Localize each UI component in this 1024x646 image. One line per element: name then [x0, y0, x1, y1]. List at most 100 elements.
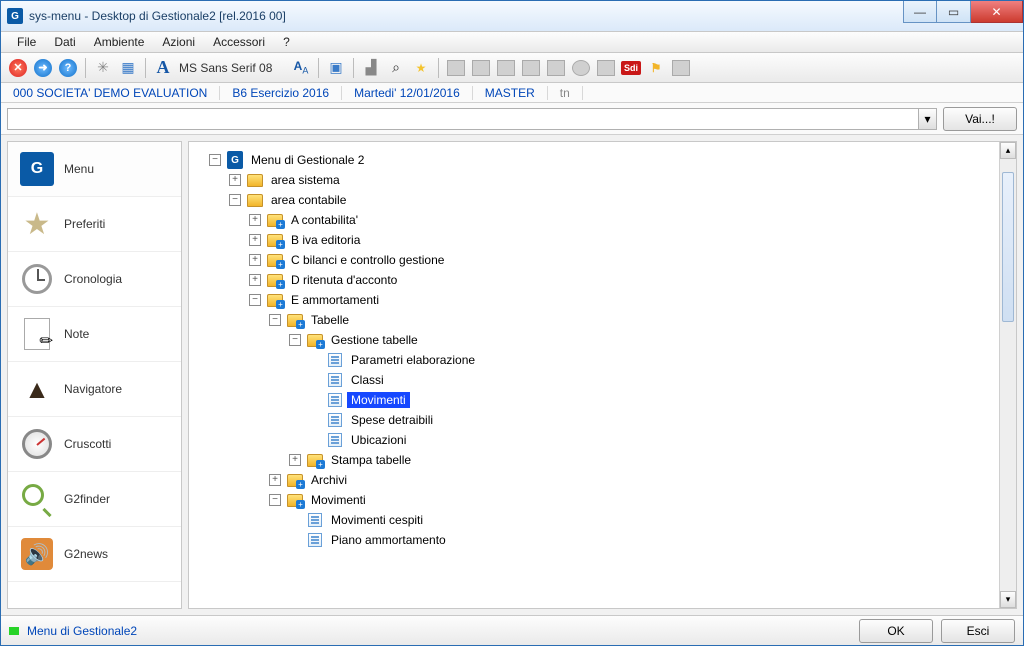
- expand-icon[interactable]: +: [249, 234, 261, 246]
- help-icon[interactable]: ?: [57, 57, 79, 79]
- expand-icon[interactable]: +: [249, 254, 261, 266]
- sidebar-item-note[interactable]: ✎Note: [8, 307, 181, 362]
- search-dropdown-icon[interactable]: ▾: [919, 108, 937, 130]
- tree-node-label[interactable]: Menu di Gestionale 2: [247, 152, 368, 168]
- scroll-thumb[interactable]: [1002, 172, 1014, 322]
- tree-node[interactable]: +Movimenti: [189, 390, 1012, 410]
- collapse-icon[interactable]: −: [289, 334, 301, 346]
- tree-node-label[interactable]: Ubicazioni: [347, 432, 410, 448]
- collapse-icon[interactable]: −: [269, 494, 281, 506]
- minimize-button[interactable]: —: [903, 1, 937, 23]
- tree-node[interactable]: +Piano ammortamento: [189, 530, 1012, 550]
- sdi-icon[interactable]: Sdi: [620, 57, 642, 79]
- tree-node[interactable]: +Ubicazioni: [189, 430, 1012, 450]
- go-button[interactable]: Vai...!: [943, 107, 1017, 131]
- tree-node-label[interactable]: Spese detraibili: [347, 412, 437, 428]
- tree-node-label[interactable]: Classi: [347, 372, 388, 388]
- tree-node[interactable]: − area contabile: [189, 190, 1012, 210]
- tree-node[interactable]: − Movimenti: [189, 490, 1012, 510]
- tree-node-label[interactable]: C bilanci e controllo gestione: [287, 252, 448, 268]
- tree-node-label[interactable]: area sistema: [267, 172, 344, 188]
- collapse-icon[interactable]: −: [249, 294, 261, 306]
- tree-node[interactable]: + A contabilita': [189, 210, 1012, 230]
- collapse-icon[interactable]: −: [209, 154, 221, 166]
- tree-node[interactable]: − Gestione tabelle: [189, 330, 1012, 350]
- tree-node[interactable]: + C bilanci e controllo gestione: [189, 250, 1012, 270]
- tree-node-label[interactable]: D ritenuta d'acconto: [287, 272, 401, 288]
- user-icon[interactable]: ▣: [325, 57, 347, 79]
- expand-icon[interactable]: +: [249, 274, 261, 286]
- tree-node-label[interactable]: Stampa tabelle: [327, 452, 415, 468]
- menu-azioni[interactable]: Azioni: [154, 33, 203, 51]
- binoculars-icon[interactable]: ⌕: [385, 57, 407, 79]
- grey-tool-2-icon[interactable]: [470, 57, 492, 79]
- tree-node[interactable]: + area sistema: [189, 170, 1012, 190]
- flag-icon[interactable]: ⚑: [645, 57, 667, 79]
- sidebar-item-g2finder[interactable]: G2finder: [8, 472, 181, 527]
- tree-node-label[interactable]: Archivi: [307, 472, 351, 488]
- menu-file[interactable]: File: [9, 33, 44, 51]
- tree-node-label[interactable]: Movimenti cespiti: [327, 512, 427, 528]
- tree-node-label[interactable]: E ammortamenti: [287, 292, 383, 308]
- grey-tool-3-icon[interactable]: [495, 57, 517, 79]
- cancel-icon[interactable]: ✕: [7, 57, 29, 79]
- font-size-icon[interactable]: AA: [290, 57, 312, 79]
- sidebar-item-preferiti[interactable]: ★Preferiti: [8, 197, 181, 252]
- tree-node[interactable]: +Parametri elaborazione: [189, 350, 1012, 370]
- vertical-scrollbar[interactable]: ▴ ▾: [999, 142, 1016, 608]
- sidebar-item-navigatore[interactable]: ▲Navigatore: [8, 362, 181, 417]
- search-input[interactable]: [7, 108, 919, 130]
- tree-node-label[interactable]: area contabile: [267, 192, 350, 208]
- tree-node-label[interactable]: Gestione tabelle: [327, 332, 422, 348]
- tool-grid-icon[interactable]: ▦: [117, 57, 139, 79]
- tool-wand-icon[interactable]: ✳: [92, 57, 114, 79]
- tree-node-label[interactable]: A contabilita': [287, 212, 362, 228]
- close-button[interactable]: ✕: [971, 1, 1023, 23]
- grey-tool-7-icon[interactable]: [595, 57, 617, 79]
- sidebar-item-g2news[interactable]: 🔊G2news: [8, 527, 181, 582]
- expand-icon[interactable]: +: [249, 214, 261, 226]
- ok-button[interactable]: OK: [859, 619, 933, 643]
- title-bar[interactable]: G sys-menu - Desktop di Gestionale2 [rel…: [1, 1, 1023, 31]
- chart-icon[interactable]: ▟: [360, 57, 382, 79]
- exit-button[interactable]: Esci: [941, 619, 1015, 643]
- tree-node[interactable]: +Spese detraibili: [189, 410, 1012, 430]
- maximize-button[interactable]: ▭: [937, 1, 971, 23]
- grey-tool-6-icon[interactable]: [570, 57, 592, 79]
- tree-node[interactable]: + D ritenuta d'acconto: [189, 270, 1012, 290]
- tree-node[interactable]: − E ammortamenti: [189, 290, 1012, 310]
- tree-node[interactable]: + Archivi: [189, 470, 1012, 490]
- menu-ambiente[interactable]: Ambiente: [86, 33, 153, 51]
- tree-node[interactable]: +Classi: [189, 370, 1012, 390]
- last-tool-icon[interactable]: [670, 57, 692, 79]
- tree-node[interactable]: −GMenu di Gestionale 2: [189, 150, 1012, 170]
- sidebar-item-cruscotti[interactable]: Cruscotti: [8, 417, 181, 472]
- tree-node-label[interactable]: Tabelle: [307, 312, 353, 328]
- menu-help[interactable]: ?: [275, 33, 298, 51]
- tree-node-label[interactable]: Piano ammortamento: [327, 532, 450, 548]
- scroll-up-icon[interactable]: ▴: [1000, 142, 1016, 159]
- tree-node[interactable]: +Movimenti cespiti: [189, 510, 1012, 530]
- menu-accessori[interactable]: Accessori: [205, 33, 273, 51]
- tree-node-label[interactable]: Movimenti: [307, 492, 370, 508]
- tree-node[interactable]: + B iva editoria: [189, 230, 1012, 250]
- expand-icon[interactable]: +: [269, 474, 281, 486]
- sidebar-item-cronologia[interactable]: Cronologia: [8, 252, 181, 307]
- tree-node[interactable]: + Stampa tabelle: [189, 450, 1012, 470]
- tree-node-label[interactable]: B iva editoria: [287, 232, 364, 248]
- tree-node[interactable]: − Tabelle: [189, 310, 1012, 330]
- tree-view[interactable]: −GMenu di Gestionale 2 + area sistema − area…: [189, 142, 1016, 608]
- expand-icon[interactable]: +: [229, 174, 241, 186]
- grey-tool-5-icon[interactable]: [545, 57, 567, 79]
- font-icon[interactable]: A: [152, 57, 174, 79]
- forward-icon[interactable]: ➜: [32, 57, 54, 79]
- collapse-icon[interactable]: −: [229, 194, 241, 206]
- collapse-icon[interactable]: −: [269, 314, 281, 326]
- grey-tool-4-icon[interactable]: [520, 57, 542, 79]
- expand-icon[interactable]: +: [289, 454, 301, 466]
- sidebar-item-menu[interactable]: GMenu: [8, 142, 181, 197]
- tree-node-label[interactable]: Movimenti: [347, 392, 410, 408]
- favorite-icon[interactable]: ★: [410, 57, 432, 79]
- menu-dati[interactable]: Dati: [46, 33, 83, 51]
- grey-tool-1-icon[interactable]: [445, 57, 467, 79]
